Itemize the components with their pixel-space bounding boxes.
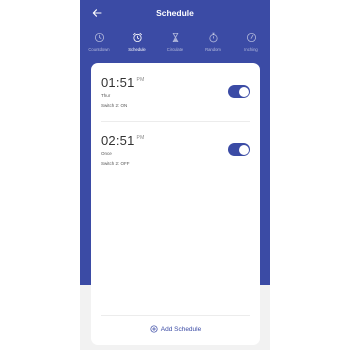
schedule-item[interactable]: 02:51 PM Once Switch 2: OFF xyxy=(101,129,250,179)
schedule-action: Switch 2: OFF xyxy=(101,161,130,166)
tab-bar: Countdown Schedule Circulate Random Inch… xyxy=(80,32,270,58)
divider xyxy=(101,315,250,316)
hourglass-icon xyxy=(172,32,178,43)
tab-random[interactable]: Random xyxy=(194,32,232,58)
tab-inching[interactable]: Inching xyxy=(232,32,270,58)
time-period: PM xyxy=(136,77,145,83)
schedule-time: 02:51 PM xyxy=(101,133,144,148)
inching-icon xyxy=(246,32,256,43)
add-schedule-button[interactable]: Add Schedule xyxy=(91,322,260,336)
schedule-item[interactable]: 01:51 PM Thur Switch 2: ON xyxy=(101,71,250,121)
toggle-knob xyxy=(238,86,249,97)
schedule-list-card: 01:51 PM Thur Switch 2: ON 02:51 PM Once S… xyxy=(91,63,260,345)
tab-circulate[interactable]: Circulate xyxy=(156,32,194,58)
toggle-knob xyxy=(238,144,249,155)
tab-label: Countdown xyxy=(88,47,110,52)
time-value: 02:51 xyxy=(101,133,135,148)
schedule-toggle[interactable] xyxy=(228,143,250,156)
schedule-repeat: Once xyxy=(101,151,112,156)
divider xyxy=(101,121,250,122)
schedule-repeat: Thur xyxy=(101,93,111,98)
add-schedule-label: Add Schedule xyxy=(160,325,202,333)
plus-circle-icon xyxy=(150,325,158,333)
schedule-time: 01:51 PM xyxy=(101,75,144,90)
alarm-clock-icon xyxy=(132,32,142,43)
time-value: 01:51 xyxy=(101,75,135,90)
schedule-action: Switch 2: ON xyxy=(101,103,128,108)
timer-icon xyxy=(208,32,218,43)
clock-icon xyxy=(94,32,104,43)
tab-countdown[interactable]: Countdown xyxy=(80,32,118,58)
tab-schedule[interactable]: Schedule xyxy=(118,32,156,58)
tab-label: Random xyxy=(205,47,221,52)
page-title: Schedule xyxy=(156,8,194,18)
time-period: PM xyxy=(136,135,145,141)
app-screen: Schedule Countdown Schedule Circulate Ra… xyxy=(80,0,270,350)
tab-label: Circulate xyxy=(166,47,184,52)
tab-label: Inching xyxy=(244,47,258,52)
schedule-toggle[interactable] xyxy=(228,85,250,98)
tab-label: Schedule xyxy=(128,47,146,52)
